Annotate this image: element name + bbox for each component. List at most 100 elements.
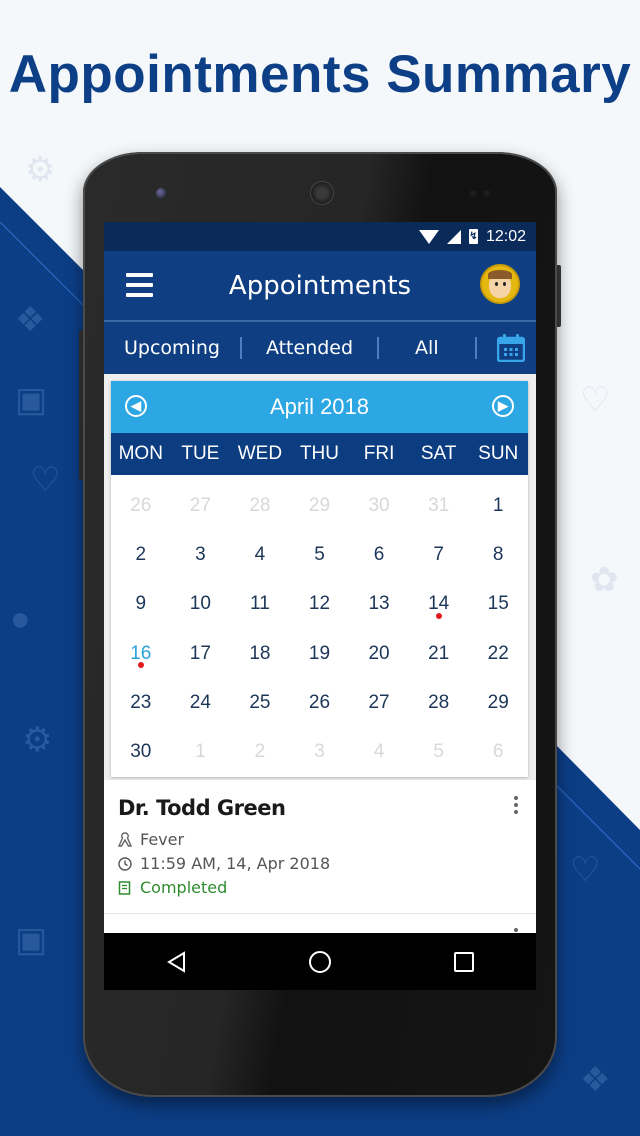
calendar: ◀ April 2018 ▶ MON TUE WED THU FRI SAT SUN 26 2…	[111, 381, 528, 777]
calendar-day[interactable]: 5	[290, 530, 350, 579]
calendar-day[interactable]: 2	[111, 530, 171, 579]
calendar-header: ◀ April 2018 ▶	[111, 381, 528, 433]
medicine-bottle-icon: ▣	[15, 921, 48, 959]
app-bar: Appointments	[104, 251, 536, 322]
avatar-eye	[495, 282, 498, 286]
calendar-day[interactable]: 1	[171, 727, 231, 776]
calendar-day[interactable]: 23	[111, 678, 171, 727]
calendar-day[interactable]: 5	[409, 727, 469, 776]
tab-attended[interactable]: Attended	[242, 337, 353, 359]
weekday-label: THU	[299, 443, 340, 464]
back-triangle-icon	[167, 950, 185, 973]
day-number: 3	[195, 543, 206, 565]
avatar-eye	[503, 282, 506, 286]
calendar-day[interactable]: 1	[468, 481, 528, 530]
calendar-day[interactable]: 22	[468, 629, 528, 678]
calendar-day[interactable]: 14	[409, 580, 469, 629]
day-number: 2	[135, 543, 147, 565]
reason-row: Fever	[118, 830, 184, 849]
doctor-name: Dr. Todd Green	[118, 796, 286, 820]
tab-all[interactable]: All	[379, 337, 439, 359]
calendar-day[interactable]: 6	[349, 530, 409, 579]
calendar-day[interactable]: 13	[349, 580, 409, 629]
calendar-day[interactable]: 2	[230, 727, 290, 776]
day-number: 6	[373, 543, 385, 565]
calendar-day[interactable]: 24	[171, 678, 231, 727]
back-button[interactable]	[156, 942, 196, 982]
pill-icon: ❖	[15, 301, 46, 339]
calendar-day[interactable]: 26	[290, 678, 350, 727]
calendar-day[interactable]: 29	[468, 678, 528, 727]
day-number: 12	[308, 593, 331, 615]
calendar-grid: 26 27 28 29 30 31 1 2 3 4 5 6 7 8 9 10 11 12 13 14 15 16 17 18 1…	[111, 475, 528, 777]
heart-icon: ♡	[570, 851, 601, 889]
calendar-day[interactable]: 26	[111, 481, 171, 530]
status-time: 12:02	[485, 227, 526, 245]
light-sensor	[484, 190, 490, 196]
calendar-day[interactable]: 3	[290, 727, 350, 776]
calendar-day[interactable]: 28	[230, 481, 290, 530]
more-options-icon[interactable]	[514, 796, 518, 817]
calendar-day[interactable]: 10	[171, 580, 231, 629]
avatar[interactable]	[480, 264, 520, 304]
wifi-icon	[418, 229, 439, 244]
calendar-day[interactable]: 9	[111, 580, 171, 629]
day-number: 22	[487, 642, 509, 664]
cell-signal-icon	[446, 229, 461, 244]
day-number: 27	[189, 494, 211, 516]
calendar-day[interactable]: 20	[349, 629, 409, 678]
calendar-day[interactable]: 6	[468, 727, 528, 776]
calendar-day[interactable]: 8	[468, 530, 528, 579]
day-number: 4	[254, 543, 266, 565]
day-number: 29	[487, 691, 509, 713]
next-month-button[interactable]: ▶	[492, 395, 514, 417]
calendar-day[interactable]: 28	[409, 678, 469, 727]
day-number: 25	[249, 691, 271, 713]
day-number: 26	[130, 494, 152, 516]
calendar-day[interactable]: 7	[409, 530, 469, 579]
calendar-day[interactable]: 3	[171, 530, 231, 579]
calendar-day[interactable]: 30	[111, 727, 171, 776]
calendar-day[interactable]: 25	[230, 678, 290, 727]
calendar-day[interactable]: 19	[290, 629, 350, 678]
calendar-day[interactable]: 29	[290, 481, 350, 530]
pill-icon: ❖	[580, 1061, 611, 1099]
tab-upcoming[interactable]: Upcoming	[104, 337, 220, 359]
day-number: 3	[314, 741, 325, 763]
appointment-card[interactable]: Dr. Todd Green Fever 11:59 AM, 14, Apr 2…	[104, 780, 536, 914]
day-number: 31	[428, 494, 450, 516]
calendar-day[interactable]: 17	[171, 629, 231, 678]
calendar-day[interactable]: 4	[349, 727, 409, 776]
ribbon-icon	[118, 831, 132, 847]
calendar-day[interactable]: 12	[290, 580, 350, 629]
calendar-day[interactable]: 15	[468, 580, 528, 629]
day-number: 2	[254, 741, 266, 763]
day-number: 4	[373, 741, 385, 763]
home-button[interactable]	[300, 942, 340, 982]
weekday-header: MON TUE WED THU FRI SAT SUN	[111, 433, 528, 475]
calendar-day[interactable]: 27	[349, 678, 409, 727]
calendar-view-icon[interactable]	[496, 334, 525, 363]
calendar-day[interactable]: 30	[349, 481, 409, 530]
recents-button[interactable]	[444, 942, 484, 982]
day-number: 20	[368, 642, 390, 664]
day-number: 27	[368, 691, 390, 713]
calendar-day[interactable]: 4	[230, 530, 290, 579]
day-number: 15	[487, 593, 509, 615]
day-number: 24	[189, 691, 211, 713]
calendar-day[interactable]: 21	[409, 629, 469, 678]
weekday-label: WED	[237, 443, 283, 464]
day-number: 6	[492, 741, 504, 763]
prev-month-button[interactable]: ◀	[125, 395, 147, 417]
datetime-row: 11:59 AM, 14, Apr 2018	[118, 854, 330, 873]
calendar-day-today[interactable]: 16	[111, 629, 171, 678]
day-number: 14	[428, 593, 450, 615]
appointment-datetime: 11:59 AM, 14, Apr 2018	[140, 854, 331, 873]
day-number: 23	[130, 691, 152, 713]
calendar-day[interactable]: 27	[171, 481, 231, 530]
calendar-day[interactable]: 18	[230, 629, 290, 678]
calendar-day[interactable]: 31	[409, 481, 469, 530]
day-number: 28	[249, 494, 271, 516]
menu-icon[interactable]	[126, 273, 153, 297]
calendar-day[interactable]: 11	[230, 580, 290, 629]
